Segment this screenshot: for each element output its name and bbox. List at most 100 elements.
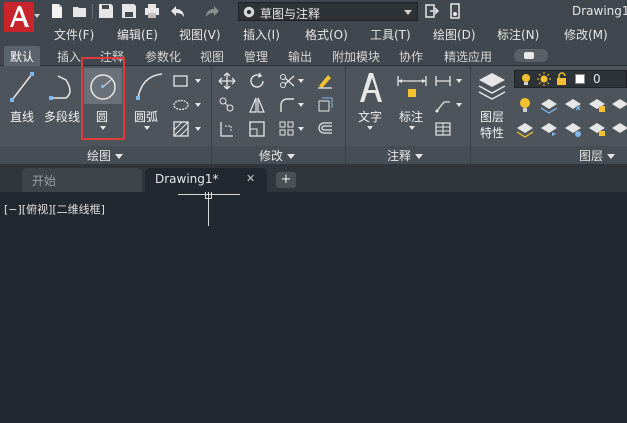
save-as-icon[interactable] — [121, 3, 137, 19]
tab-insert[interactable]: 插入 — [57, 46, 81, 66]
text-icon[interactable] — [356, 70, 386, 104]
viewport-controls[interactable]: [−][俯视][二维线框] — [4, 201, 105, 217]
gear-icon — [243, 6, 255, 18]
layer-walk-icon[interactable] — [611, 96, 627, 114]
chevron-down-icon[interactable] — [195, 103, 201, 107]
chevron-down-icon[interactable] — [298, 127, 304, 131]
layer-lock-icon[interactable] — [588, 96, 606, 114]
scale-icon[interactable] — [248, 120, 266, 138]
layer-color-swatch — [575, 74, 585, 84]
new-file-icon[interactable] — [49, 3, 65, 19]
close-icon[interactable]: ✕ — [246, 172, 255, 185]
chevron-down-icon[interactable] — [456, 103, 462, 107]
layer-on-icon[interactable] — [516, 96, 534, 114]
fillet-icon[interactable] — [278, 96, 296, 114]
stretch-icon[interactable] — [218, 120, 236, 138]
chevron-down-icon[interactable] — [367, 126, 373, 130]
chevron-down-icon[interactable] — [144, 126, 150, 130]
chevron-down-icon[interactable] — [298, 79, 304, 83]
modify-panel-label[interactable]: 修改 — [259, 147, 296, 164]
drawing-canvas[interactable] — [0, 192, 627, 423]
chevron-down-icon[interactable] — [456, 79, 462, 83]
rotate-icon[interactable] — [248, 72, 266, 90]
trim-icon[interactable] — [278, 72, 296, 90]
menu-insert[interactable]: 插入(I) — [243, 26, 280, 43]
arc-label[interactable]: 圆弧 — [134, 108, 158, 125]
chevron-down-icon — [287, 154, 296, 159]
erase-icon[interactable] — [316, 72, 334, 90]
open-folder-icon[interactable] — [72, 3, 88, 19]
hatch-icon[interactable] — [172, 120, 190, 138]
offset-icon[interactable] — [316, 120, 334, 138]
menu-tools[interactable]: 工具(T) — [370, 26, 411, 43]
save-icon[interactable] — [98, 3, 114, 19]
chevron-down-icon[interactable] — [195, 79, 201, 83]
chevron-down-icon[interactable] — [409, 126, 415, 130]
dimension-icon[interactable] — [395, 72, 429, 104]
lightbulb-icon — [522, 74, 530, 85]
layer-previous-icon[interactable] — [540, 120, 558, 138]
arc-icon[interactable] — [134, 70, 164, 104]
leader-icon[interactable] — [434, 96, 452, 114]
tab-collaborate[interactable]: 协作 — [399, 46, 423, 66]
move-icon[interactable] — [218, 72, 236, 90]
polyline-label[interactable]: 多段线 — [44, 108, 80, 125]
menu-format[interactable]: 格式(O) — [305, 26, 348, 43]
layer-properties-icon[interactable] — [477, 70, 507, 104]
tab-featured-apps[interactable]: 精选应用 — [444, 46, 492, 66]
chevron-down-icon — [404, 10, 412, 15]
share-icon[interactable] — [423, 3, 439, 19]
menu-draw[interactable]: 绘图(D) — [433, 26, 476, 43]
tab-view[interactable]: 视图 — [200, 46, 224, 66]
tab-addins[interactable]: 附加模块 — [332, 46, 380, 66]
redo-icon[interactable] — [204, 3, 220, 19]
tab-output[interactable]: 输出 — [288, 46, 312, 66]
menu-file[interactable]: 文件(F) — [54, 26, 94, 43]
line-icon[interactable] — [8, 70, 36, 104]
menu-bar: 文件(F) 编辑(E) 视图(V) 插入(I) 格式(O) 工具(T) 绘图(D… — [43, 24, 627, 44]
linear-dimension-icon[interactable] — [434, 72, 452, 90]
application-menu-button[interactable] — [0, 0, 43, 44]
chevron-down-icon[interactable] — [298, 103, 304, 107]
match-layer-icon[interactable] — [516, 120, 534, 138]
layers-panel-label[interactable]: 图层 — [579, 147, 616, 164]
text-label[interactable]: 文字 — [358, 108, 382, 125]
tab-parametric[interactable]: 参数化 — [145, 46, 181, 66]
array-icon[interactable] — [278, 120, 296, 138]
mirror-icon[interactable] — [248, 96, 266, 114]
layer-freeze-icon[interactable] — [564, 96, 582, 114]
explode-icon[interactable] — [316, 96, 334, 114]
undo-icon[interactable] — [170, 3, 186, 19]
line-label[interactable]: 直线 — [10, 108, 34, 125]
menu-modify[interactable]: 修改(M) — [564, 26, 608, 43]
menu-dimension[interactable]: 标注(N) — [497, 26, 539, 43]
ellipse-icon[interactable] — [172, 96, 190, 114]
ribbon-minimize-toggle[interactable] — [514, 49, 548, 62]
publish-icon[interactable] — [447, 3, 463, 19]
rectangle-icon[interactable] — [172, 72, 190, 90]
layer-dropdown[interactable]: 0 — [514, 70, 627, 88]
workspace-name: 草图与注释 — [260, 7, 321, 21]
polyline-icon[interactable] — [48, 70, 78, 104]
print-icon[interactable] — [144, 3, 160, 19]
menu-view[interactable]: 视图(V) — [179, 26, 221, 43]
tab-start-label: 开始 — [32, 174, 57, 188]
layer-merge-icon[interactable] — [611, 120, 627, 138]
workspace-selector[interactable]: 草图与注释 — [238, 2, 418, 21]
new-tab-button[interactable]: + — [276, 172, 296, 188]
layer-properties-label-2[interactable]: 特性 — [480, 124, 504, 141]
layer-unlock-icon[interactable] — [588, 120, 606, 138]
tab-start[interactable]: 开始 — [22, 168, 142, 192]
draw-panel-label[interactable]: 绘图 — [87, 147, 124, 164]
table-icon[interactable] — [434, 120, 452, 138]
tab-default[interactable]: 默认 — [4, 46, 41, 66]
annotation-panel-label[interactable]: 注释 — [387, 147, 424, 164]
tab-manage[interactable]: 管理 — [244, 46, 268, 66]
layer-properties-label-1[interactable]: 图层 — [480, 108, 504, 125]
copy-icon[interactable] — [218, 96, 236, 114]
chevron-down-icon[interactable] — [195, 127, 201, 131]
layer-isolate-icon[interactable] — [540, 96, 558, 114]
layer-unisolate-icon[interactable] — [564, 120, 582, 138]
menu-edit[interactable]: 编辑(E) — [117, 26, 158, 43]
dimension-label[interactable]: 标注 — [399, 108, 423, 125]
